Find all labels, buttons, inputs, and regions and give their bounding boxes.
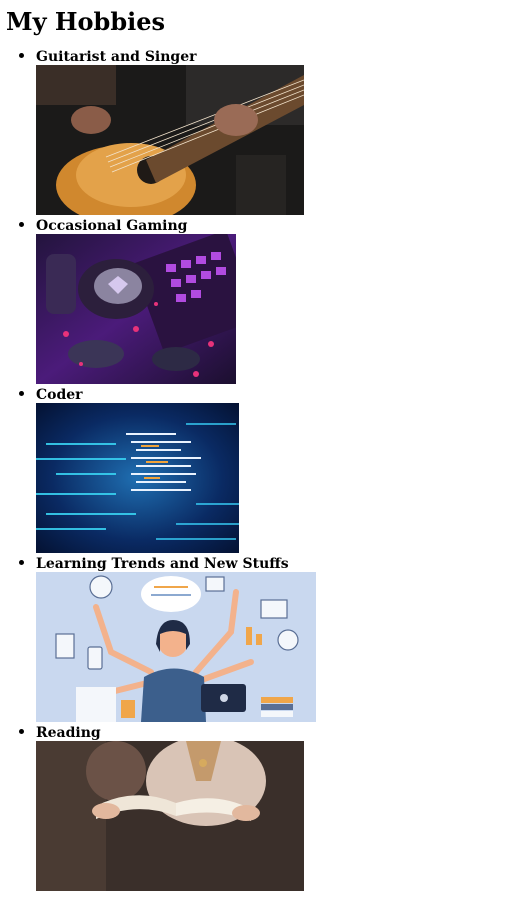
list-item: Reading — [36, 722, 512, 891]
page-title: My Hobbies — [6, 7, 166, 36]
list-item: Occasional Gaming — [36, 215, 512, 384]
hobbies-list: Guitarist and Singer — [6, 46, 512, 891]
list-item: Coder — [36, 384, 512, 553]
list-item: Guitarist and Singer — [36, 46, 512, 215]
multitasking-woman-illustration — [36, 572, 316, 722]
hobby-label: Guitarist and Singer — [36, 49, 197, 65]
hobby-label: Occasional Gaming — [36, 218, 188, 234]
hobby-label: Coder — [36, 387, 83, 403]
hobby-label: Learning Trends and New Stuffs — [36, 556, 289, 572]
code-screen-photo — [36, 403, 239, 553]
list-item: Learning Trends and New Stuffs — [36, 553, 512, 722]
guitar-photo — [36, 65, 304, 215]
page: My Hobbies Guitarist and Singer — [0, 0, 518, 899]
hobby-label: Reading — [36, 725, 101, 741]
reading-book-photo — [36, 741, 304, 891]
gaming-setup-photo — [36, 234, 236, 384]
